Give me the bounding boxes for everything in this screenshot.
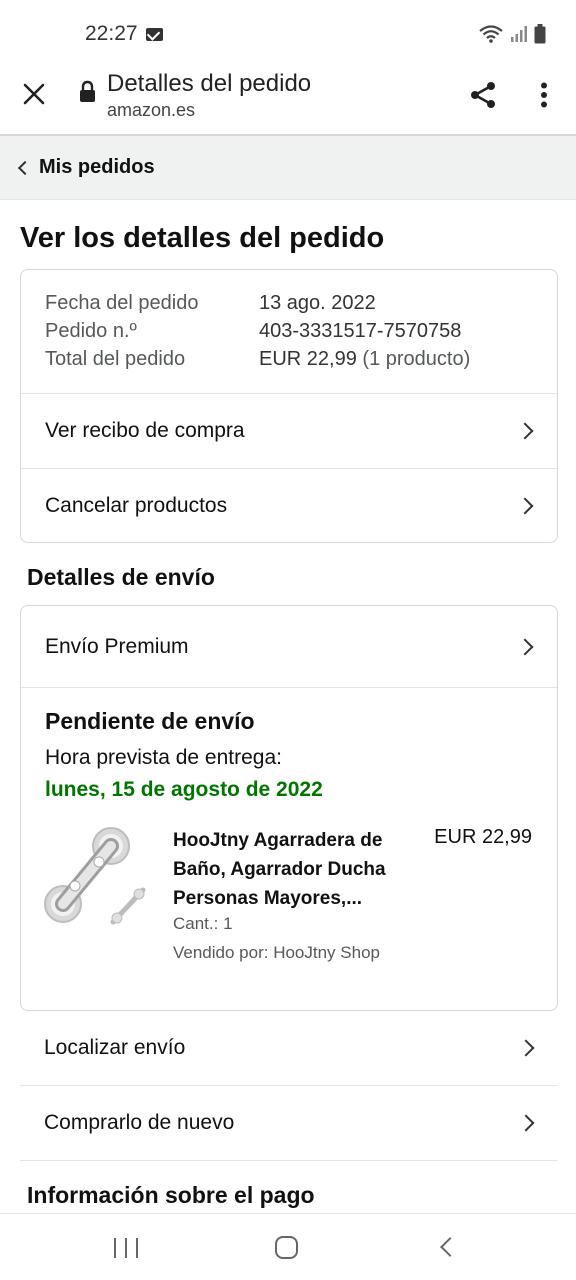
browser-url[interactable]: amazon.es — [107, 100, 195, 121]
share-icon — [471, 82, 495, 108]
product-image[interactable] — [43, 824, 149, 932]
browser-page-title: Detalles del pedido — [107, 70, 312, 97]
buy-again-label: Comprarlo de nuevo — [44, 1111, 235, 1134]
chevron-right-icon — [516, 638, 534, 655]
chevron-right-icon — [516, 497, 534, 515]
order-number-label: Pedido n.º — [45, 320, 137, 342]
product-title-line: Personas Mayores,... — [173, 888, 363, 909]
product-quantity: Cant.: 1 — [173, 914, 233, 933]
chevron-right-icon — [517, 1114, 535, 1132]
order-number-value: 403-3331517-7570758 — [259, 320, 462, 342]
share-button[interactable] — [462, 74, 504, 116]
shipping-section-title: Detalles de envío — [27, 564, 215, 590]
divider — [21, 687, 557, 688]
view-receipt-link[interactable]: Ver recibo de compra — [21, 394, 557, 468]
breadcrumb-my-orders[interactable]: Mis pedidos — [39, 156, 155, 179]
order-total-value: EUR 22,99 (1 producto) — [259, 348, 470, 371]
more-vert-icon — [541, 82, 547, 108]
cancel-products-link[interactable]: Cancelar productos — [21, 469, 557, 542]
battery-icon — [534, 24, 546, 44]
shipping-method-label: Envío Premium — [45, 634, 189, 658]
order-summary-card: Fecha del pedido 13 ago. 2022 Pedido n.º… — [20, 269, 558, 543]
product-price: EUR 22,99 — [434, 826, 532, 848]
product-title-line: Baño, Agarrador Ducha — [173, 859, 386, 880]
signal-icon — [511, 26, 527, 42]
chevron-right-icon — [516, 422, 534, 440]
lock-icon — [80, 80, 95, 102]
product-seller: Vendido por: HooJtny Shop — [173, 943, 380, 962]
home-button[interactable] — [275, 1236, 298, 1259]
recent-apps-button[interactable] — [114, 1238, 138, 1258]
delivery-estimate-label: Hora prevista de entrega: — [45, 746, 282, 769]
order-date-value: 13 ago. 2022 — [259, 292, 376, 314]
close-icon — [23, 83, 45, 105]
shipment-status: Pendiente de envío — [45, 708, 255, 734]
more-options-button[interactable] — [524, 74, 564, 116]
shipping-card: Envío Premium Pendiente de envío Hora pr… — [20, 605, 558, 1011]
chevron-right-icon — [517, 1039, 535, 1057]
system-nav-bar — [0, 1213, 576, 1280]
order-date-label: Fecha del pedido — [45, 292, 199, 314]
order-total-count: (1 producto) — [362, 348, 471, 370]
premium-shipping-link[interactable]: Envío Premium — [21, 606, 557, 687]
status-time: 22:27 — [85, 22, 138, 45]
cancel-products-label: Cancelar productos — [45, 494, 228, 517]
view-receipt-label: Ver recibo de compra — [45, 419, 245, 442]
track-package-label: Localizar envío — [44, 1036, 186, 1059]
status-icons — [478, 24, 546, 44]
product-title-link[interactable]: HooJtny Agarradera de Baño, Agarrador Du… — [173, 826, 413, 913]
product-title-line: HooJtny Agarradera de — [173, 830, 383, 851]
buy-again-link[interactable]: Comprarlo de nuevo — [20, 1086, 558, 1161]
delivery-date: lunes, 15 de agosto de 2022 — [45, 778, 323, 801]
breadcrumb[interactable]: Mis pedidos — [0, 134, 576, 200]
payment-section-title: Información sobre el pago — [27, 1182, 315, 1208]
mail-notification-icon — [146, 28, 163, 41]
order-total-label: Total del pedido — [45, 348, 186, 370]
page-title: Ver los detalles del pedido — [20, 222, 385, 254]
track-package-link[interactable]: Localizar envío — [20, 1011, 558, 1086]
chevron-left-icon — [17, 160, 33, 175]
browser-toolbar: Detalles del pedido amazon.es — [0, 66, 576, 134]
order-total-amount: EUR 22,99 — [259, 348, 357, 370]
back-button[interactable] — [440, 1237, 460, 1257]
close-button[interactable] — [14, 74, 54, 114]
wifi-icon — [479, 25, 503, 43]
status-bar: 22:27 — [0, 0, 576, 66]
